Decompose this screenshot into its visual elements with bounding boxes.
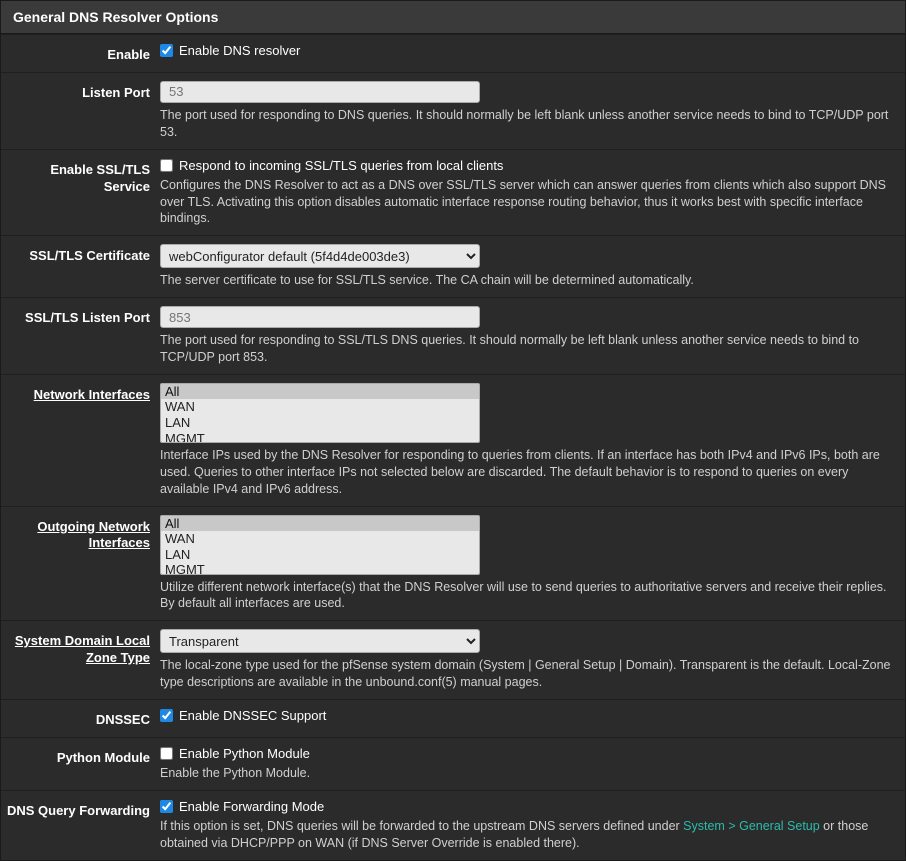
python-help: Enable the Python Module.: [160, 765, 893, 782]
row-outgoing-interfaces: Outgoing Network Interfaces All WAN LAN …: [1, 506, 905, 621]
forwarding-checkbox-label: Enable Forwarding Mode: [179, 799, 324, 814]
dnssec-checkbox[interactable]: [160, 709, 173, 722]
row-zone-type: System Domain Local Zone Type Transparen…: [1, 620, 905, 699]
zone-type-select[interactable]: Transparent: [160, 629, 480, 653]
label-zone-type[interactable]: System Domain Local Zone Type: [1, 629, 160, 691]
row-ssl-cert: SSL/TLS Certificate webConfigurator defa…: [1, 235, 905, 297]
dns-resolver-panel: General DNS Resolver Options Enable Enab…: [0, 0, 906, 861]
enable-checkbox[interactable]: [160, 44, 173, 57]
label-ssl-listen-port: SSL/TLS Listen Port: [1, 306, 160, 366]
system-general-setup-link[interactable]: System > General Setup: [683, 819, 820, 833]
outgoing-interfaces-select[interactable]: All WAN LAN MGMT IPTV_WAN: [160, 515, 480, 575]
row-ssl-service: Enable SSL/TLS Service Respond to incomi…: [1, 149, 905, 236]
enable-checkbox-wrapper[interactable]: Enable DNS resolver: [160, 43, 893, 58]
dnssec-checkbox-wrapper[interactable]: Enable DNSSEC Support: [160, 708, 893, 723]
panel-title: General DNS Resolver Options: [1, 1, 905, 34]
ssl-listen-port-help: The port used for responding to SSL/TLS …: [160, 332, 893, 366]
label-enable: Enable: [1, 43, 160, 64]
zone-type-help: The local-zone type used for the pfSense…: [160, 657, 893, 691]
dnssec-checkbox-label: Enable DNSSEC Support: [179, 708, 326, 723]
row-network-interfaces: Network Interfaces All WAN LAN MGMT IPTV…: [1, 374, 905, 506]
label-dnssec: DNSSEC: [1, 708, 160, 729]
ssl-cert-select[interactable]: webConfigurator default (5f4d4de003de3): [160, 244, 480, 268]
enable-checkbox-label: Enable DNS resolver: [179, 43, 300, 58]
row-ssl-listen-port: SSL/TLS Listen Port The port used for re…: [1, 297, 905, 374]
ssl-service-checkbox-label: Respond to incoming SSL/TLS queries from…: [179, 158, 503, 173]
ssl-service-checkbox[interactable]: [160, 159, 173, 172]
label-outgoing-interfaces[interactable]: Outgoing Network Interfaces: [1, 515, 160, 613]
row-forwarding: DNS Query Forwarding Enable Forwarding M…: [1, 790, 905, 860]
forwarding-checkbox[interactable]: [160, 800, 173, 813]
forwarding-checkbox-wrapper[interactable]: Enable Forwarding Mode: [160, 799, 893, 814]
listen-port-input[interactable]: [160, 81, 480, 103]
label-listen-port: Listen Port: [1, 81, 160, 141]
python-checkbox-label: Enable Python Module: [179, 746, 310, 761]
listen-port-help: The port used for responding to DNS quer…: [160, 107, 893, 141]
forwarding-help: If this option is set, DNS queries will …: [160, 818, 893, 852]
label-ssl-service: Enable SSL/TLS Service: [1, 158, 160, 228]
row-listen-port: Listen Port The port used for responding…: [1, 72, 905, 149]
label-forwarding: DNS Query Forwarding: [1, 799, 160, 852]
python-checkbox-wrapper[interactable]: Enable Python Module: [160, 746, 893, 761]
row-python: Python Module Enable Python Module Enabl…: [1, 737, 905, 790]
ssl-service-help: Configures the DNS Resolver to act as a …: [160, 177, 893, 228]
row-enable: Enable Enable DNS resolver: [1, 34, 905, 72]
label-python: Python Module: [1, 746, 160, 782]
network-interfaces-select[interactable]: All WAN LAN MGMT IPTV_WAN: [160, 383, 480, 443]
row-dnssec: DNSSEC Enable DNSSEC Support: [1, 699, 905, 737]
outgoing-interfaces-help: Utilize different network interface(s) t…: [160, 579, 893, 613]
ssl-service-checkbox-wrapper[interactable]: Respond to incoming SSL/TLS queries from…: [160, 158, 893, 173]
label-network-interfaces[interactable]: Network Interfaces: [1, 383, 160, 498]
ssl-listen-port-input[interactable]: [160, 306, 480, 328]
ssl-cert-help: The server certificate to use for SSL/TL…: [160, 272, 893, 289]
python-checkbox[interactable]: [160, 747, 173, 760]
network-interfaces-help: Interface IPs used by the DNS Resolver f…: [160, 447, 893, 498]
label-ssl-cert: SSL/TLS Certificate: [1, 244, 160, 289]
